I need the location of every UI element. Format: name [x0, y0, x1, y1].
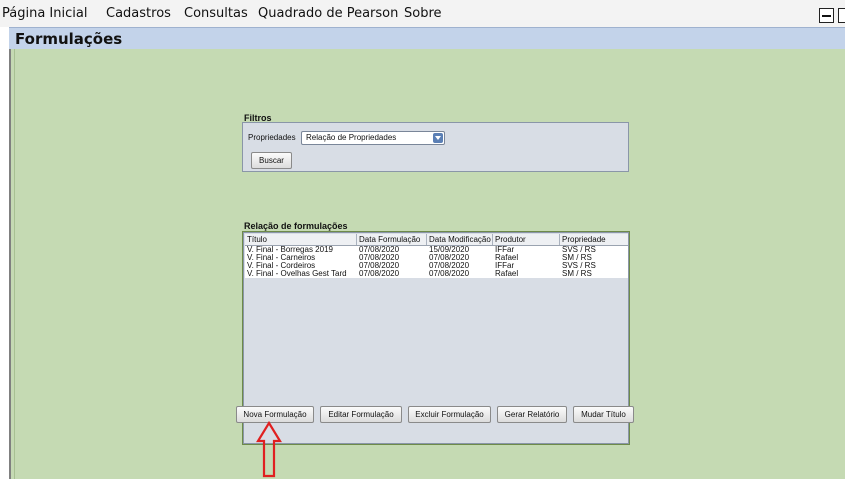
menu-sobre[interactable]: Sobre	[404, 6, 442, 21]
excluir-formulacao-button[interactable]: Excluir Formulação	[408, 406, 491, 423]
frame-edge	[14, 49, 15, 479]
internal-frame-titlebar: Formulações	[9, 27, 845, 50]
dropdown-arrow-icon[interactable]	[433, 133, 443, 143]
menu-quadrado-de-pearson[interactable]: Quadrado de Pearson	[258, 6, 398, 21]
cell-data-modificacao: 07/08/2020	[429, 269, 470, 278]
cell-produtor: Rafael	[495, 269, 519, 278]
menu-pagina-inicial[interactable]: Página Inicial	[2, 6, 87, 21]
table-row[interactable]: V. Final - Ovelhas Gest Tard 07/08/2020 …	[245, 270, 628, 278]
filtros-panel: Propriedades Relação de Propriedades Bus…	[242, 122, 629, 172]
cell-data-formulacao: 07/08/2020	[359, 269, 400, 278]
minimize-icon[interactable]	[819, 8, 834, 23]
col-titulo[interactable]: Título	[245, 234, 357, 245]
window-title: Formulações	[15, 30, 123, 48]
col-data-modificacao[interactable]: Data Modificação	[427, 234, 493, 245]
col-produtor[interactable]: Produtor	[493, 234, 560, 245]
cell-titulo: V. Final - Ovelhas Gest Tard	[247, 269, 347, 278]
menu-cadastros[interactable]: Cadastros	[106, 6, 171, 21]
propriedades-label: Propriedades	[248, 133, 296, 142]
propriedades-select-value: Relação de Propriedades	[306, 133, 397, 142]
menu-consultas[interactable]: Consultas	[184, 6, 248, 21]
formulacoes-frame: Filtros Propriedades Relação de Propried…	[9, 49, 845, 479]
editar-formulacao-button[interactable]: Editar Formulação	[320, 406, 402, 423]
gerar-relatorio-button[interactable]: Gerar Relatório	[497, 406, 567, 423]
red-arrow-icon	[256, 421, 282, 478]
mudar-titulo-button[interactable]: Mudar Título	[573, 406, 634, 423]
relacao-formulacoes-label: Relação de formulações	[244, 221, 348, 231]
buscar-button[interactable]: Buscar	[251, 152, 292, 169]
menu-bar: Página Inicial Cadastros Consultas Quadr…	[0, 0, 845, 27]
maximize-icon[interactable]	[838, 8, 845, 23]
col-propriedade[interactable]: Propriedade	[560, 234, 628, 245]
col-data-formulacao[interactable]: Data Formulação	[357, 234, 427, 245]
cell-propriedade: SM / RS	[562, 269, 592, 278]
propriedades-select[interactable]: Relação de Propriedades	[301, 131, 445, 145]
